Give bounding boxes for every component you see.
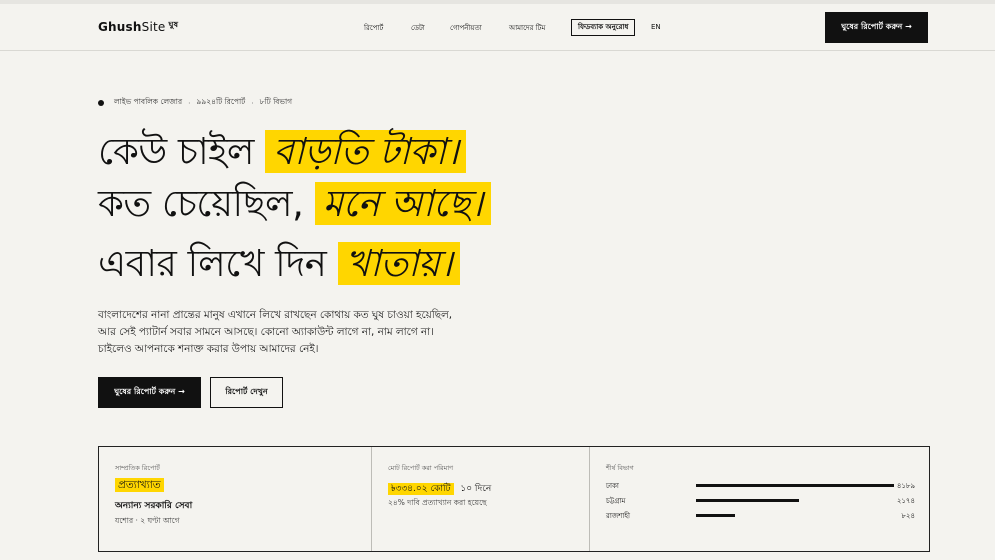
ticker-separator: · xyxy=(188,98,191,108)
nav-privacy[interactable]: গোপনীয়তা xyxy=(450,22,482,34)
live-dot-icon xyxy=(98,100,104,106)
headline-highlight: খাতায়। xyxy=(337,242,461,285)
department-bar xyxy=(696,499,799,502)
department-bar xyxy=(696,484,894,487)
status-badge: প্রত্যাখ্যাত xyxy=(115,478,164,495)
intro-line: বাংলাদেশের নানা প্রান্তের মানুষ এখানে লি… xyxy=(98,309,453,321)
total-caption: মোট রিপোর্ট করা পরিমাণ xyxy=(388,464,454,472)
nav-team[interactable]: আমাদের টিম xyxy=(509,22,545,34)
total-period: ১০ দিনে xyxy=(460,484,492,494)
headline-highlight: মনে আছে। xyxy=(314,182,491,225)
department-row: রাজশাহী ৮২৪ xyxy=(606,510,915,525)
department-count: ২১৭৪ xyxy=(896,497,915,505)
intro-line: চাইলেও আপনাকে শনাক্ত করার উপায় আমাদের ন… xyxy=(98,343,319,355)
ticker-reports: ৯৯২৪টি রিপোর্ট xyxy=(196,97,246,106)
intro-line: আর সেই প্যাটার্ন সবার সামনে আসছে। কোনো অ… xyxy=(98,326,434,338)
total-note: ২৪% দাবি প্রত্যাখ্যান করা হয়েছে xyxy=(388,498,487,507)
site-header: GhushSite ঘুষ রিপোর্ট ডেটা গোপনীয়তা আমাদ… xyxy=(0,4,995,51)
top-caption: শীর্ষ বিভাগ xyxy=(606,464,634,472)
department-name: চট্টগ্রাম xyxy=(606,497,626,505)
department-count: ৪১৮৯ xyxy=(896,482,915,490)
department-row: ঢাকা ৪১৮৯ xyxy=(606,480,915,495)
headline-line-1: কেউ চাইল বাড়তি টাকা। xyxy=(98,126,467,178)
ticker-departments: ৮টি বিভাগ xyxy=(259,97,293,106)
brand-logo[interactable]: GhushSite ঘুষ xyxy=(98,20,178,36)
total-amount: ৳৩৩৪.০২ কোটি xyxy=(388,483,454,495)
header-report-button[interactable]: ঘুষের রিপোর্ট করুন → xyxy=(825,12,928,43)
view-reports-button[interactable]: রিপোর্ট দেখুন xyxy=(210,377,283,408)
recent-title: অন্যান্য সরকারি সেবা xyxy=(115,501,193,511)
department-count: ৮২৪ xyxy=(901,512,915,520)
total-amount-card: মোট রিপোর্ট করা পরিমাণ ৳৩৩৪.০২ কোটি ১০ দ… xyxy=(372,447,590,551)
recent-caption: সাম্প্রতিক রিপোর্ট xyxy=(115,464,160,472)
nav-data[interactable]: ডেটা xyxy=(411,22,425,34)
brand-name: Ghush xyxy=(98,20,142,34)
status-tag: প্রত্যাখ্যাত xyxy=(115,478,164,492)
nav-reports[interactable]: রিপোর্ট xyxy=(364,22,383,34)
headline-line-3: এবার লিখে দিন খাতায়। xyxy=(98,238,461,290)
recent-report-card[interactable]: সাম্প্রতিক রিপোর্ট প্রত্যাখ্যাত অন্যান্য… xyxy=(99,447,372,551)
recent-meta: যশোর · ২ ঘণ্টা আগে xyxy=(115,516,180,525)
ticker-live: লাইভ পাবলিক লেজার xyxy=(114,97,183,106)
brand-suffix: Site xyxy=(141,20,166,34)
stats-panel: সাম্প্রতিক রিপোর্ট প্রত্যাখ্যাত অন্যান্য… xyxy=(98,446,930,552)
headline-text: এবার লিখে দিন xyxy=(98,242,327,285)
headline-text: কেউ চাইল xyxy=(98,130,255,173)
department-row: চট্টগ্রাম ২১৭৪ xyxy=(606,495,915,510)
report-bribe-button[interactable]: ঘুষের রিপোর্ট করুন → xyxy=(98,377,201,408)
department-list: ঢাকা ৪১৮৯ চট্টগ্রাম ২১৭৪ রাজশাহী ৮২৪ xyxy=(606,480,915,525)
headline-highlight: বাড়তি টাকা। xyxy=(265,130,467,173)
department-name: রাজশাহী xyxy=(606,512,630,520)
top-departments-card: শীর্ষ বিভাগ ঢাকা ৪১৮৯ চট্টগ্রাম ২১৭৪ রাজ… xyxy=(590,447,929,551)
brand-mark: ঘুষ xyxy=(168,20,179,29)
live-ticker: লাইভ পাবলিক লেজার · ৯৯২৪টি রিপোর্ট · ৮টি… xyxy=(98,97,292,109)
ticker-separator: · xyxy=(251,98,254,108)
headline-line-2: কত চেয়েছিল, মনে আছে। xyxy=(98,178,491,230)
intro-paragraph: বাংলাদেশের নানা প্রান্তের মানুষ এখানে লি… xyxy=(98,307,498,358)
department-bar xyxy=(696,514,735,517)
language-switch[interactable]: EN xyxy=(651,23,661,31)
department-name: ঢাকা xyxy=(606,482,619,490)
headline-text: কত চেয়েছিল, xyxy=(98,182,304,225)
total-amount-row: ৳৩৩৪.০২ কোটি ১০ দিনে xyxy=(388,481,491,496)
feedback-button[interactable]: ফিডব্যাক অনুরোধ xyxy=(571,19,636,36)
